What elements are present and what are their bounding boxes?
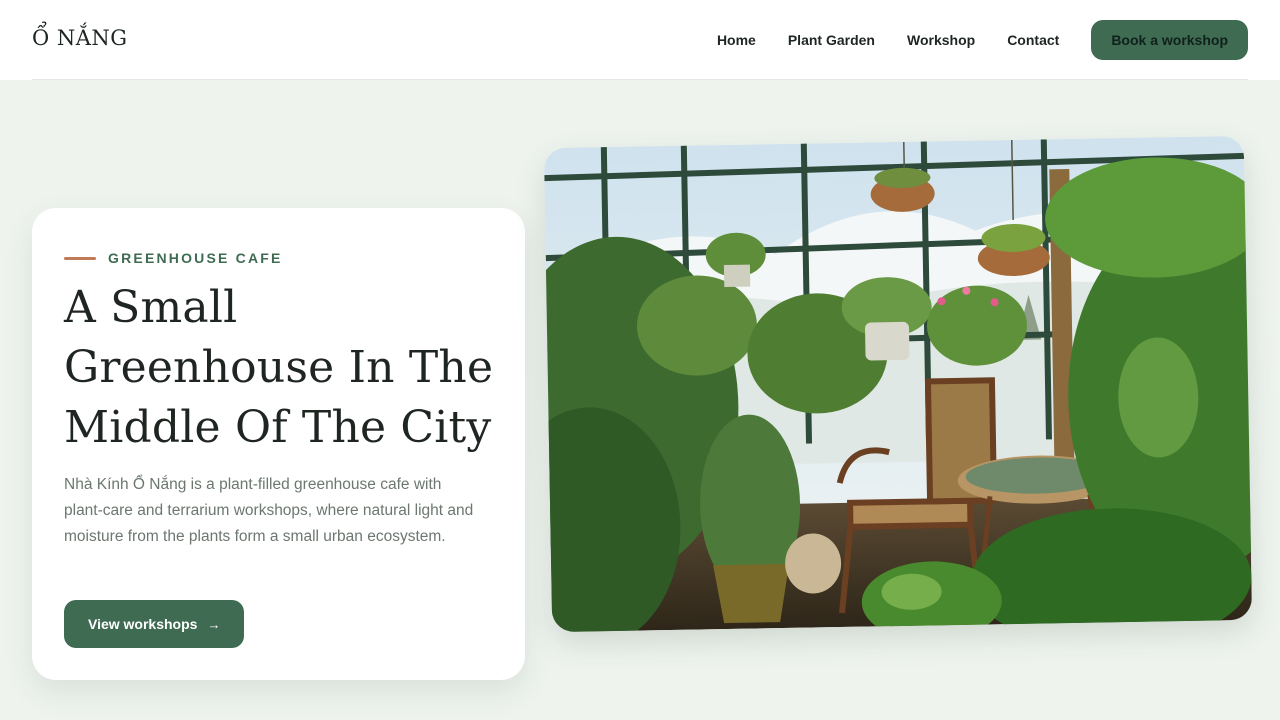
eyebrow: GREENHOUSE CAFE — [64, 250, 283, 266]
eyebrow-text: GREENHOUSE CAFE — [108, 250, 283, 266]
hero-title-line: Greenhouse In The — [64, 342, 494, 393]
site-header: Ổ NẮNG Home Plant Garden Workshop Contac… — [0, 0, 1280, 80]
header-divider — [32, 79, 1248, 80]
site-logo[interactable]: Ổ NẮNG — [32, 26, 128, 50]
greenhouse-photo — [543, 135, 1253, 633]
arrow-right-icon: → — [207, 616, 221, 632]
view-workshops-label: View workshops — [88, 616, 198, 632]
hero-card: GREENHOUSE CAFE A Small Greenhouse In Th… — [32, 208, 525, 680]
main-nav: Home Plant Garden Workshop Contact Book … — [717, 20, 1248, 60]
nav-home-link[interactable]: Home — [717, 32, 756, 48]
hero-description: Nhà Kính Ổ Nắng is a plant-filled greenh… — [64, 476, 474, 545]
greenhouse-illustration — [543, 135, 1253, 633]
nav-plant-garden-link[interactable]: Plant Garden — [788, 32, 875, 48]
nav-contact-link[interactable]: Contact — [1007, 32, 1059, 48]
eyebrow-accent-line — [64, 256, 96, 260]
view-workshops-button[interactable]: View workshops → — [64, 600, 245, 648]
book-workshop-button[interactable]: Book a workshop — [1091, 20, 1248, 60]
hero-title-line: A Small — [64, 282, 238, 333]
nav-workshop-link[interactable]: Workshop — [907, 32, 975, 48]
hero-title: A Small Greenhouse In The Middle Of The … — [64, 278, 504, 458]
hero-title-line: Middle Of The City — [64, 402, 492, 453]
